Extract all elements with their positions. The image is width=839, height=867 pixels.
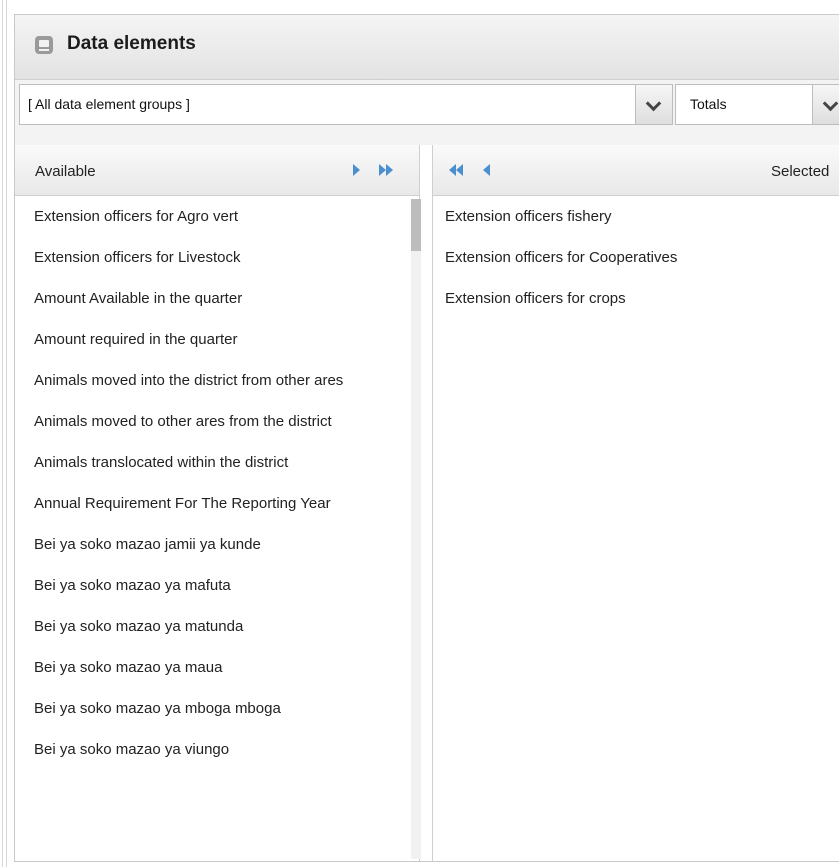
select-one-button[interactable] — [345, 157, 371, 183]
group-select-trigger[interactable] — [635, 85, 672, 124]
available-scrollbar-track[interactable] — [411, 199, 421, 859]
list-item[interactable]: Extension officers for Livestock — [15, 237, 419, 278]
deselect-one-button[interactable] — [475, 157, 501, 183]
selected-label: Selected — [771, 163, 830, 180]
database-icon — [35, 36, 53, 54]
list-item[interactable]: Animals moved to other ares from the dis… — [15, 401, 419, 442]
group-select-value: [ All data element groups ] — [28, 96, 190, 112]
available-label: Available — [35, 163, 96, 180]
list-item[interactable]: Animals moved into the district from oth… — [15, 360, 419, 401]
list-item[interactable]: Bei ya soko mazao ya matunda — [15, 606, 419, 647]
list-item[interactable]: Annual Requirement For The Reporting Yea… — [15, 483, 419, 524]
totals-select-value: Totals — [690, 96, 727, 112]
list-item[interactable]: Amount required in the quarter — [15, 319, 419, 360]
select-all-button[interactable] — [375, 157, 401, 183]
list-item[interactable]: Extension officers for crops — [433, 278, 839, 319]
data-elements-panel: Data elements [ All data element groups … — [14, 14, 839, 862]
totals-select[interactable]: Totals — [675, 84, 839, 125]
list-item[interactable]: Bei ya soko mazao ya mafuta — [15, 565, 419, 606]
list-item[interactable]: Extension officers for Cooperatives — [433, 237, 839, 278]
chevron-down-icon — [822, 95, 839, 112]
available-list[interactable]: Extension officers for Agro vert Extensio… — [15, 196, 419, 861]
data-element-group-select[interactable]: [ All data element groups ] — [19, 84, 673, 125]
list-item[interactable]: Bei ya soko mazao jamii ya kunde — [15, 524, 419, 565]
list-item[interactable]: Extension officers fishery — [433, 196, 839, 237]
deselect-all-button[interactable] — [445, 157, 471, 183]
list-divider — [419, 145, 433, 861]
selected-list[interactable]: Extension officers fishery Extension offi… — [433, 196, 839, 861]
chevron-down-icon — [645, 95, 662, 112]
available-scrollbar-thumb[interactable] — [411, 199, 421, 251]
list-item[interactable]: Bei ya soko mazao ya viungo — [15, 729, 419, 770]
list-item[interactable]: Amount Available in the quarter — [15, 278, 419, 319]
list-item[interactable]: Bei ya soko mazao ya mboga mboga — [15, 688, 419, 729]
arrow-right-icon — [353, 164, 360, 176]
list-item[interactable]: Bei ya soko mazao ya maua — [15, 647, 419, 688]
arrow-left-icon — [483, 164, 490, 176]
window-edge — [0, 0, 10, 867]
double-arrow-left-icon — [449, 164, 456, 176]
panel-title: Data elements — [67, 33, 196, 54]
selected-header: Selected — [433, 145, 839, 196]
list-item[interactable]: Animals translocated within the district — [15, 442, 419, 483]
totals-select-trigger[interactable] — [812, 85, 839, 124]
list-item[interactable]: Extension officers for Agro vert — [15, 196, 419, 237]
double-arrow-right-icon — [379, 164, 386, 176]
select-bar: [ All data element groups ] Totals — [15, 80, 839, 146]
panel-header: Data elements — [15, 15, 839, 80]
available-header: Available — [15, 145, 419, 196]
